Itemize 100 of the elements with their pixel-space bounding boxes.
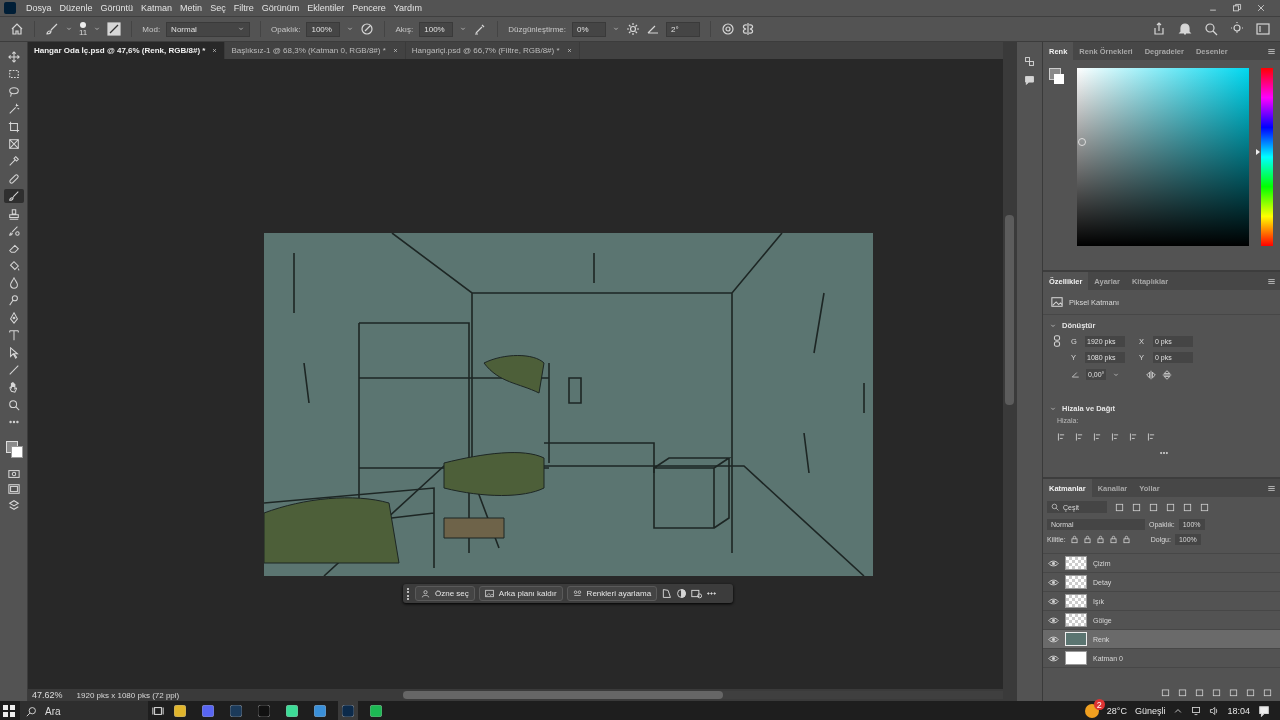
layers-stack-icon[interactable]: [7, 498, 20, 511]
frame-icon[interactable]: [7, 137, 20, 150]
image-icon[interactable]: [484, 589, 494, 598]
flip-vertical-icon[interactable]: [1162, 369, 1173, 380]
hand-icon[interactable]: [7, 381, 20, 394]
history-brush-icon[interactable]: [7, 224, 20, 237]
eye-icon[interactable]: [1048, 576, 1059, 588]
menu-item[interactable]: Görüntü: [96, 3, 138, 13]
crop-icon[interactable]: [7, 120, 20, 133]
opacity-label: Opaklık:: [271, 24, 301, 34]
context-button[interactable]: Özne seç: [415, 586, 475, 601]
network-icon[interactable]: [1191, 706, 1202, 716]
panel-menu-icon[interactable]: [1267, 276, 1276, 286]
zoom-icon[interactable]: [7, 398, 20, 411]
adjust-image-icon[interactable]: [691, 588, 703, 599]
search-icon[interactable]: [26, 705, 37, 717]
eraser-icon[interactable]: [7, 242, 20, 255]
drop-icon[interactable]: [7, 277, 20, 290]
taskbar-search-field[interactable]: Ara: [20, 701, 148, 720]
close-icon[interactable]: [565, 47, 573, 54]
home-icon[interactable]: [10, 22, 24, 36]
lock-icon[interactable]: [1121, 535, 1131, 544]
restore-icon[interactable]: [1232, 3, 1242, 13]
search-icon[interactable]: [1051, 503, 1059, 511]
menu-item[interactable]: Filtre: [229, 3, 258, 13]
arrow-cursor-icon[interactable]: [7, 346, 20, 359]
notifications-icon[interactable]: [1258, 705, 1270, 717]
pressure-size-icon[interactable]: [721, 22, 736, 36]
lasso-icon[interactable]: [7, 85, 20, 98]
flip-horizontal-icon[interactable]: [1146, 369, 1157, 380]
color-field[interactable]: [1077, 68, 1249, 246]
task-view-icon[interactable]: [152, 705, 164, 717]
context-button[interactable]: Renkleri ayarlama: [566, 586, 658, 601]
document-tab[interactable]: Hangar Oda İç.psd @ 47,6% (Renk, RGB/8#) *: [28, 42, 226, 59]
color-swatches-drawing[interactable]: [3, 438, 24, 459]
bell-icon[interactable]: [1178, 22, 1192, 36]
weather-icon[interactable]: [1084, 704, 1099, 718]
brush-tip-icon[interactable]: [80, 21, 87, 28]
eye-icon[interactable]: [1048, 633, 1059, 645]
menu-item[interactable]: Düzenle: [55, 3, 97, 13]
opacity-field: 100%: [306, 21, 341, 37]
comment-icon[interactable]: [1024, 75, 1035, 86]
transform-icon[interactable]: [661, 588, 673, 599]
eye-icon[interactable]: [1048, 652, 1059, 664]
pen-icon[interactable]: [7, 311, 20, 324]
contrast-icon[interactable]: [676, 588, 688, 599]
screen-mode-icon[interactable]: [7, 483, 20, 496]
search-icon[interactable]: [1204, 22, 1218, 36]
lightbulb-icon[interactable]: [1230, 22, 1244, 36]
quick-mask-icon[interactable]: [7, 468, 20, 480]
gear-icon[interactable]: [626, 22, 641, 36]
marquee-icon[interactable]: [7, 68, 20, 81]
close-icon[interactable]: [1256, 3, 1266, 13]
stamp-icon[interactable]: [7, 207, 20, 220]
move-icon[interactable]: [7, 51, 20, 63]
close-icon[interactable]: [391, 47, 399, 54]
bucket-icon[interactable]: [7, 259, 20, 272]
type-icon[interactable]: [7, 329, 20, 342]
share-icon[interactable]: [1152, 22, 1166, 36]
panel-menu-icon[interactable]: [1267, 483, 1276, 493]
close-icon[interactable]: [211, 47, 219, 54]
drag-handle-icon[interactable]: [407, 587, 411, 600]
magic-wand-icon[interactable]: [7, 103, 20, 116]
eyedropper-icon[interactable]: [7, 155, 20, 168]
dodge-icon[interactable]: [7, 294, 20, 307]
mode-dropdown[interactable]: Normal: [166, 21, 251, 37]
menu-item[interactable]: Seç: [206, 3, 230, 13]
menu-item[interactable]: Yardım: [389, 3, 427, 13]
horizontal-scrollbar[interactable]: [403, 691, 1003, 699]
vertical-scrollbar[interactable]: [1003, 42, 1016, 701]
bandage-icon[interactable]: [7, 172, 20, 185]
brush-settings-icon[interactable]: [107, 22, 122, 36]
hue-slider-thumb[interactable]: [1256, 148, 1260, 155]
temperature: 28°C: [1106, 706, 1127, 716]
start-icon[interactable]: [2, 704, 16, 718]
context-button[interactable]: Arka planı kaldır: [478, 586, 563, 601]
menu-item[interactable]: Görünüm: [257, 3, 304, 13]
weather-text: Güneşli: [1134, 706, 1166, 716]
smoothing-field: 0%: [572, 21, 607, 37]
eye-icon[interactable]: [1048, 614, 1059, 626]
person-icon[interactable]: [421, 589, 430, 598]
symmetry-icon[interactable]: [741, 22, 756, 36]
pressure-opacity-icon[interactable]: [360, 22, 375, 36]
brush-icon[interactable]: [45, 22, 59, 36]
menu-item[interactable]: Katman: [137, 3, 177, 13]
menu-item[interactable]: Eklentiler: [303, 3, 349, 13]
workspace-icon[interactable]: [1256, 22, 1270, 36]
eye-icon[interactable]: [1048, 557, 1059, 569]
eye-icon[interactable]: [1048, 595, 1059, 607]
brush-icon[interactable]: [7, 190, 20, 203]
menu-item[interactable]: Pencere: [348, 3, 390, 13]
line-icon[interactable]: [7, 364, 20, 377]
menu-item[interactable]: Metin: [176, 3, 207, 13]
sliders-icon[interactable]: [572, 589, 582, 598]
align-left-icon[interactable]: [1057, 432, 1067, 442]
speaker-icon[interactable]: [1209, 706, 1220, 716]
chevron-up-icon[interactable]: [1173, 706, 1184, 716]
history-icon[interactable]: [1024, 56, 1035, 67]
menu-item[interactable]: Dosya: [22, 3, 56, 13]
panel-menu-icon[interactable]: [1267, 46, 1276, 56]
